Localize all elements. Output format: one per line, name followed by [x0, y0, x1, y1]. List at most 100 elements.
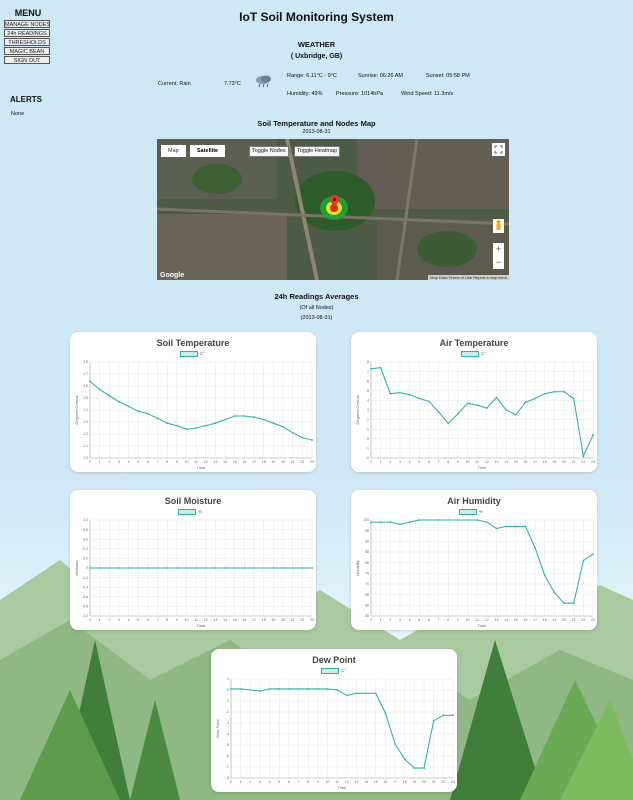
weather-location: ( Uxbridge, GB) [290, 53, 343, 60]
x-tick-label: 4 [128, 618, 130, 622]
x-tick-label: 5 [137, 618, 139, 622]
data-point [413, 767, 416, 769]
x-tick-label: 16 [383, 780, 387, 784]
x-tick-label: 11 [475, 460, 479, 464]
x-tick-label: 2 [389, 460, 391, 464]
data-point [127, 567, 130, 569]
data-point [423, 767, 425, 769]
weather-sunset: Sunset: 05:58 PM [426, 73, 470, 79]
x-axis-label: Time [478, 623, 488, 628]
x-tick-label: 22 [441, 780, 445, 784]
24h-readings-button[interactable]: 24h READINGS [4, 29, 50, 37]
data-point [399, 523, 401, 526]
toggle-heatmap-button[interactable]: Toggle Heatmap [294, 146, 341, 157]
data-point [582, 455, 585, 457]
x-tick-label: 4 [269, 780, 271, 784]
street-view-pegman-icon[interactable] [493, 219, 504, 233]
map-attribution[interactable]: Map Data Terms of Use Report a map error [428, 275, 509, 280]
data-point [156, 567, 159, 569]
x-tick-label: 2 [108, 618, 110, 622]
y-tick-label: -8 [226, 776, 229, 780]
data-point [175, 424, 178, 427]
x-tick-label: 19 [552, 460, 556, 464]
x-tick-label: 3 [399, 618, 401, 622]
x-tick-label: 19 [412, 780, 416, 784]
x-axis-label: Time [197, 623, 207, 628]
x-tick-label: 0 [89, 618, 91, 622]
data-point [230, 688, 232, 690]
data-point [408, 393, 411, 396]
data-point [428, 519, 430, 521]
weather-title: WEATHER [297, 40, 336, 49]
x-tick-label: 18 [543, 460, 547, 464]
zoom-in-button[interactable]: + [493, 243, 504, 256]
data-point [288, 688, 290, 690]
x-tick-label: 10 [326, 780, 330, 784]
data-point [534, 397, 536, 400]
y-tick-label: -7 [226, 765, 229, 769]
x-tick-label: 10 [466, 460, 470, 464]
x-tick-label: 19 [271, 460, 275, 464]
data-point [365, 692, 368, 695]
rain-cloud-icon [256, 75, 271, 88]
data-point [233, 415, 236, 417]
x-tick-label: 18 [403, 780, 407, 784]
data-point [370, 521, 372, 524]
x-tick-label: 13 [495, 460, 499, 464]
data-point [563, 390, 565, 393]
readings-title: 24h Readings Averages [274, 292, 359, 301]
x-tick-label: 4 [128, 460, 130, 464]
x-tick-label: 6 [147, 618, 149, 622]
y-tick-label: 90 [365, 540, 369, 544]
y-tick-label: 1.1 [83, 444, 88, 448]
x-tick-label: 23 [310, 618, 314, 622]
x-tick-label: 16 [242, 618, 246, 622]
data-point [379, 366, 382, 369]
x-tick-label: 2 [108, 460, 110, 464]
readings-subtitle: (Of all Nodes) [299, 305, 334, 311]
x-tick-label: 17 [533, 460, 537, 464]
y-axis-label: Humidity [355, 560, 360, 576]
x-axis-label: Time [197, 465, 207, 470]
map-tab-map[interactable]: Map [161, 145, 186, 157]
y-tick-label: 0.2 [83, 557, 88, 561]
y-tick-label: 1.0 [83, 518, 88, 522]
y-tick-label: 5 [367, 389, 369, 393]
data-point [485, 521, 488, 524]
toggle-nodes-button[interactable]: Toggle Nodes [249, 146, 289, 157]
x-tick-label: 22 [300, 618, 304, 622]
data-point [307, 688, 310, 690]
x-tick-label: 5 [278, 780, 280, 784]
x-axis-label: Time [338, 785, 348, 790]
data-point [389, 521, 392, 524]
data-point [476, 404, 479, 407]
x-tick-label: 14 [223, 460, 227, 464]
data-point [311, 439, 313, 441]
data-point [379, 521, 382, 524]
x-tick-label: 19 [271, 618, 275, 622]
x-tick-label: 19 [552, 618, 556, 622]
data-point [403, 758, 406, 761]
node-marker-icon[interactable] [330, 195, 339, 207]
x-tick-label: 15 [233, 618, 237, 622]
data-point [418, 519, 421, 521]
data-point [233, 567, 236, 569]
data-point [185, 567, 188, 569]
data-point [137, 410, 140, 413]
air-humidity-card: Air Humidity % 0 1 2 3 4 5 6 7 8 9 10 11 12 13 14 15 16 1… [351, 490, 597, 630]
data-point [278, 688, 281, 690]
y-tick-label: 1 [227, 677, 229, 681]
x-tick-label: 15 [514, 618, 518, 622]
x-tick-label: 7 [157, 460, 159, 464]
fullscreen-icon[interactable] [492, 143, 505, 156]
map-tab-satellite[interactable]: Satellite [190, 145, 226, 157]
zoom-out-button[interactable]: − [493, 256, 504, 269]
data-point [476, 519, 479, 521]
x-tick-label: 6 [428, 618, 430, 622]
y-tick-label: 6 [367, 379, 369, 383]
y-tick-label: 0 [227, 688, 229, 692]
air-humidity-chart: 0 1 2 3 4 5 6 7 8 9 10 11 12 13 14 15 16 17 18 19 20 21 22 2310… [355, 518, 595, 628]
x-tick-label: 20 [562, 460, 566, 464]
satellite-map[interactable]: Map Satellite Toggle Nodes Toggle Heatma… [157, 139, 509, 280]
alerts-content: None [11, 111, 25, 117]
